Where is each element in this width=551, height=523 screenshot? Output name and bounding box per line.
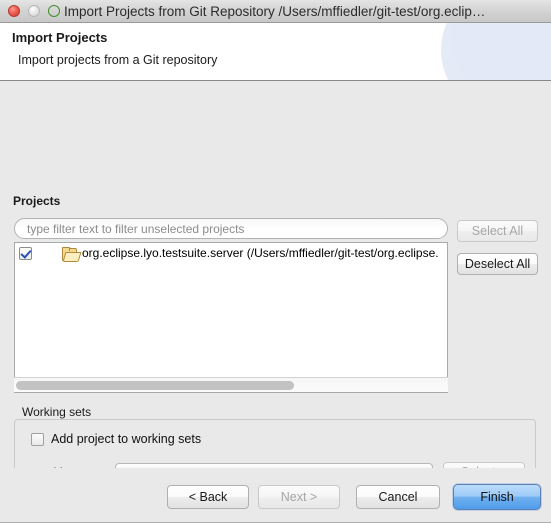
scrollbar-thumb[interactable] xyxy=(16,381,294,390)
import-projects-dialog: Import Projects from Git Repository /Use… xyxy=(0,0,551,523)
projects-list[interactable]: org.eclipse.lyo.testsuite.server (/Users… xyxy=(14,242,448,393)
window-title: Import Projects from Git Repository /Use… xyxy=(64,3,493,19)
zoom-icon[interactable] xyxy=(48,5,60,17)
cancel-button[interactable]: Cancel xyxy=(356,485,440,509)
working-sets-section-label: Working sets xyxy=(22,405,92,419)
close-icon[interactable] xyxy=(8,5,20,17)
page-description: Import projects from a Git repository xyxy=(18,53,218,67)
deselect-all-button[interactable]: Deselect All xyxy=(457,253,538,275)
table-row[interactable]: org.eclipse.lyo.testsuite.server (/Users… xyxy=(15,243,447,263)
add-to-working-sets-checkbox[interactable] xyxy=(31,432,44,446)
window-titlebar: Import Projects from Git Repository /Use… xyxy=(0,0,551,23)
add-to-working-sets-label: Add project to working sets xyxy=(51,432,202,446)
dialog-body: Projects org.eclipse.lyo.testsuite.serve… xyxy=(0,81,551,496)
projects-horizontal-scrollbar[interactable] xyxy=(14,377,448,392)
folder-icon xyxy=(62,246,82,262)
projects-section-label: Projects xyxy=(13,194,61,208)
finish-button[interactable]: Finish xyxy=(453,484,541,510)
banner-decoration-inner xyxy=(441,23,551,80)
select-all-button[interactable]: Select All xyxy=(457,220,538,242)
project-checkbox[interactable] xyxy=(19,246,32,260)
window-controls xyxy=(0,5,60,17)
back-button[interactable]: < Back xyxy=(167,485,249,509)
page-title: Import Projects xyxy=(12,30,108,45)
project-label: org.eclipse.lyo.testsuite.server (/Users… xyxy=(82,246,439,260)
wizard-banner: Import Projects Import projects from a G… xyxy=(0,23,551,81)
minimize-icon[interactable] xyxy=(28,5,40,17)
project-filter-input[interactable] xyxy=(14,218,448,239)
dialog-footer: < Back Next > Cancel Finish xyxy=(0,468,551,523)
next-button[interactable]: Next > xyxy=(258,485,340,509)
add-to-working-sets-row[interactable]: Add project to working sets xyxy=(31,432,201,446)
